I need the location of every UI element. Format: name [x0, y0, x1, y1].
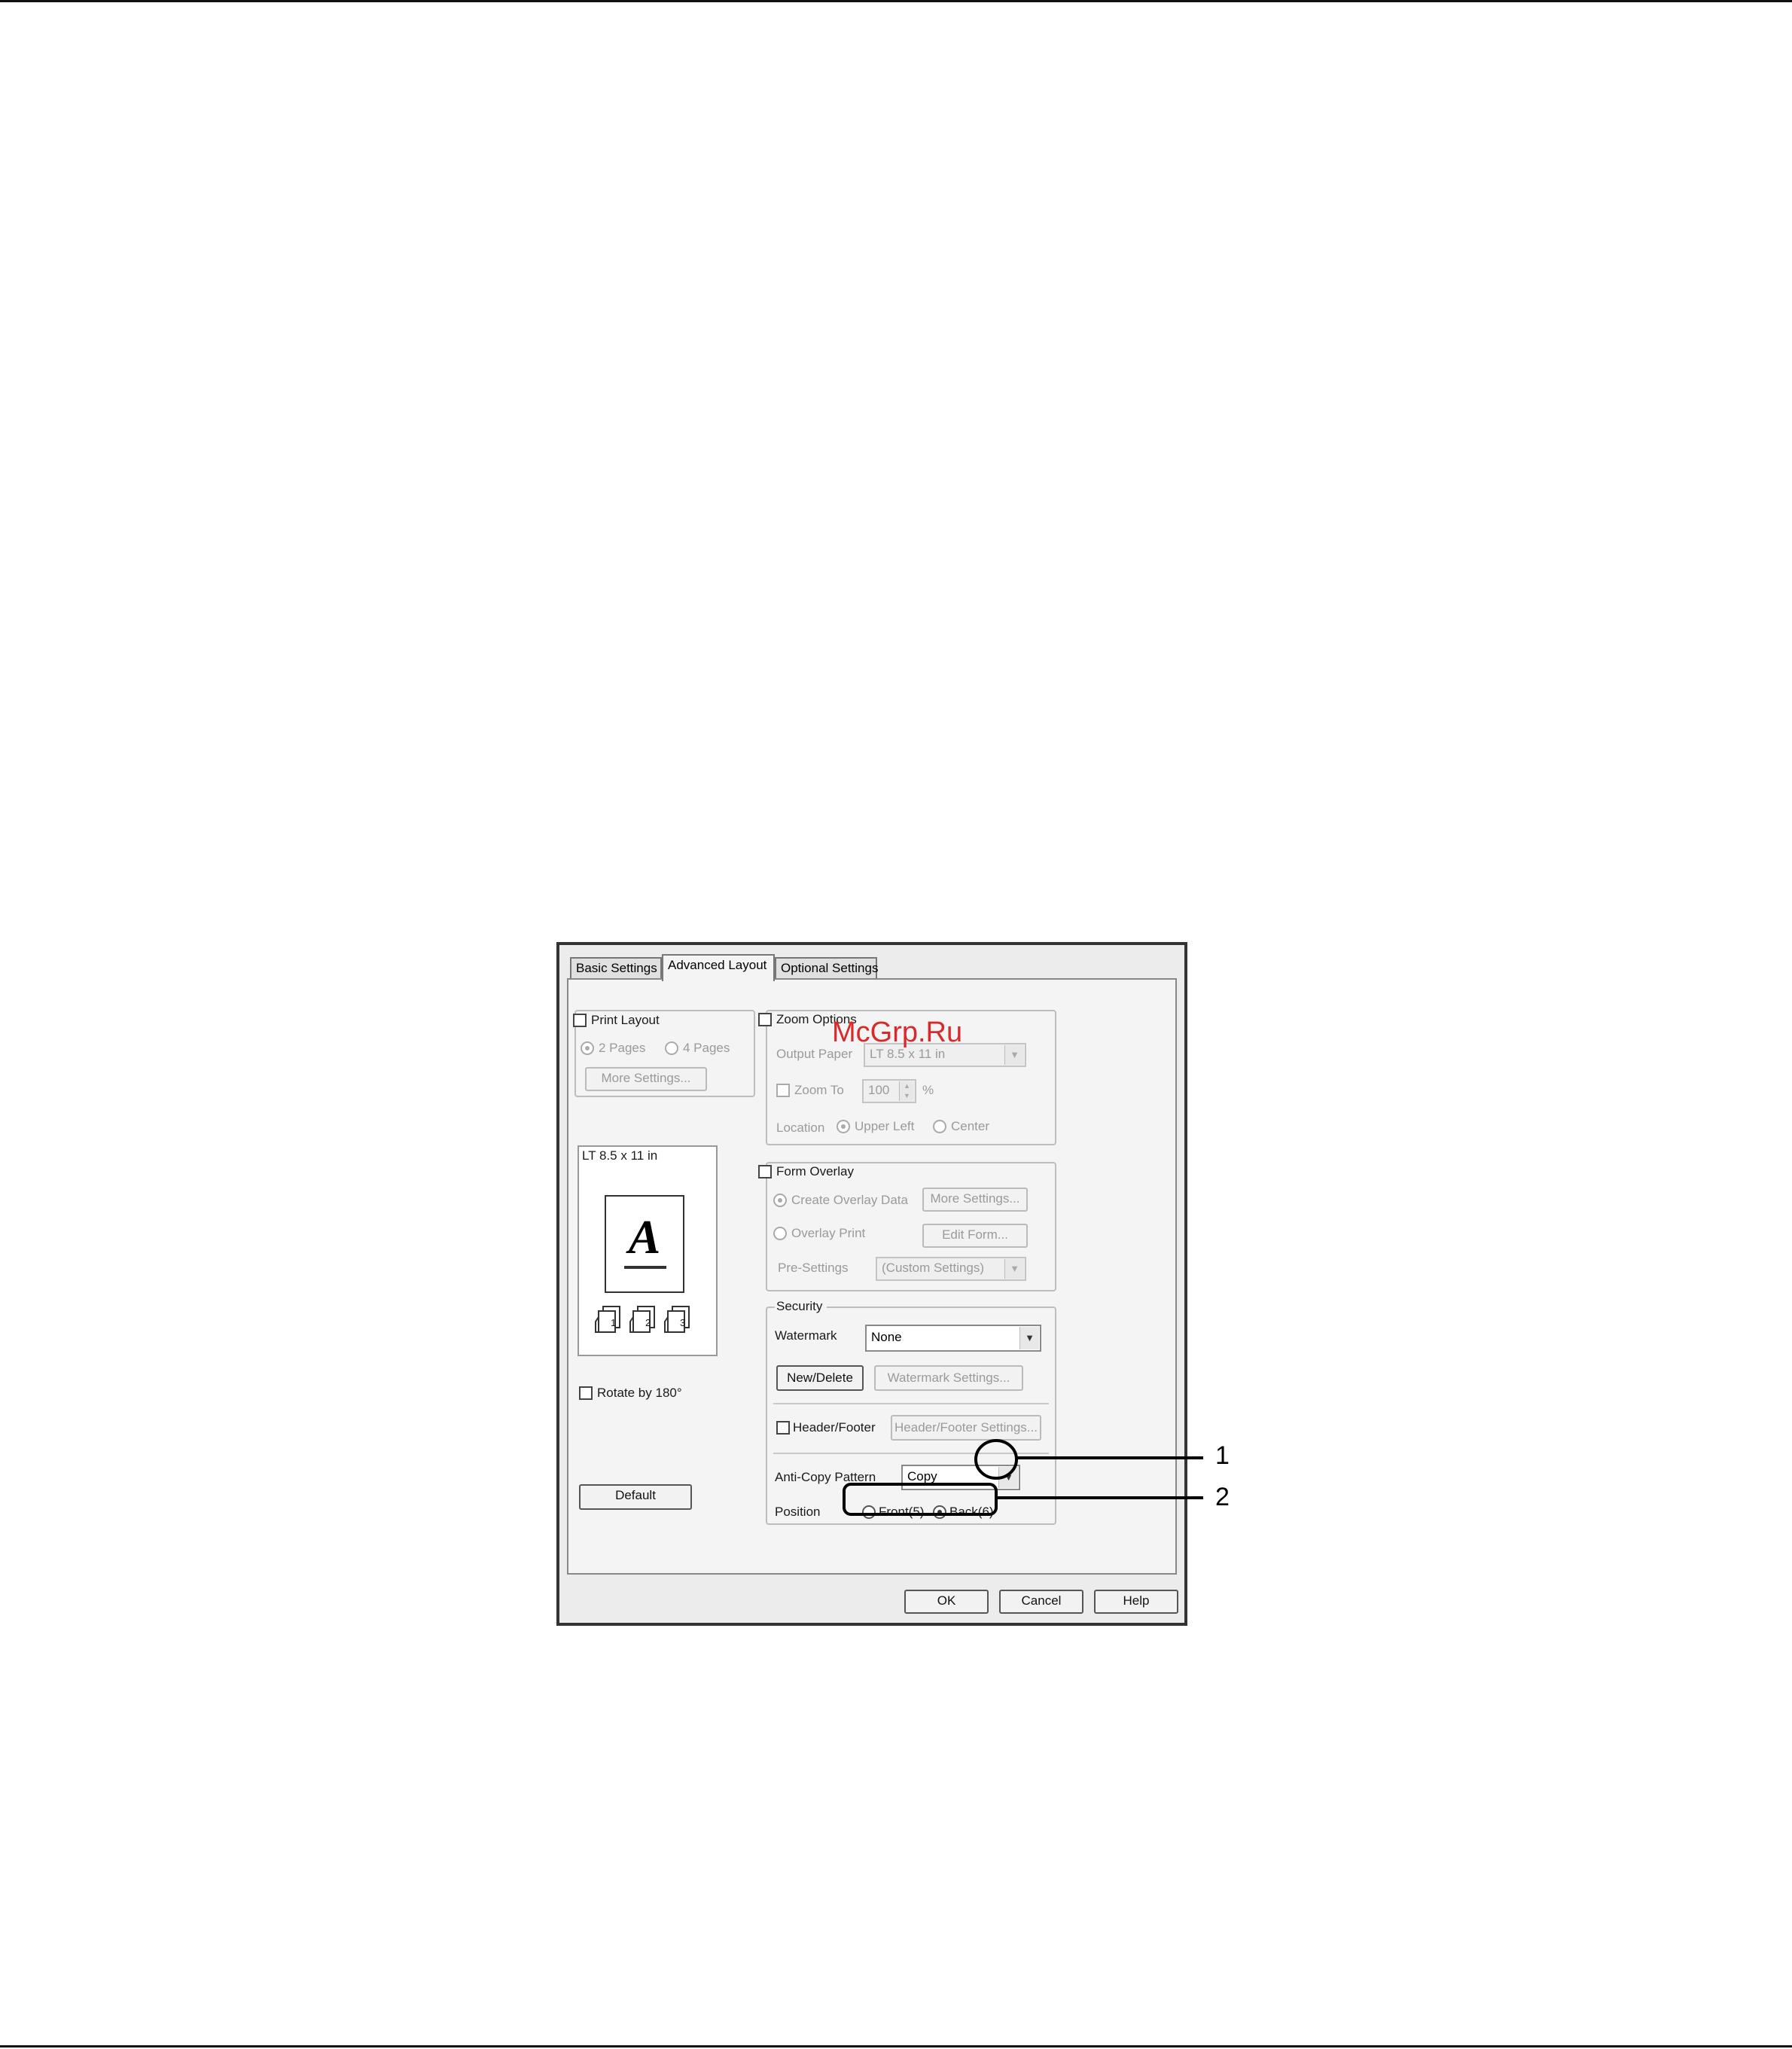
tab-advanced-layout[interactable]: Advanced Layout [662, 954, 775, 981]
callout-annotations [843, 1439, 1203, 1516]
callout-ellipse-1 [974, 1439, 1018, 1480]
callout-number-1: 1 [1215, 1441, 1230, 1470]
callout-box-2 [843, 1483, 998, 1516]
callout-number-2: 2 [1215, 1483, 1230, 1511]
